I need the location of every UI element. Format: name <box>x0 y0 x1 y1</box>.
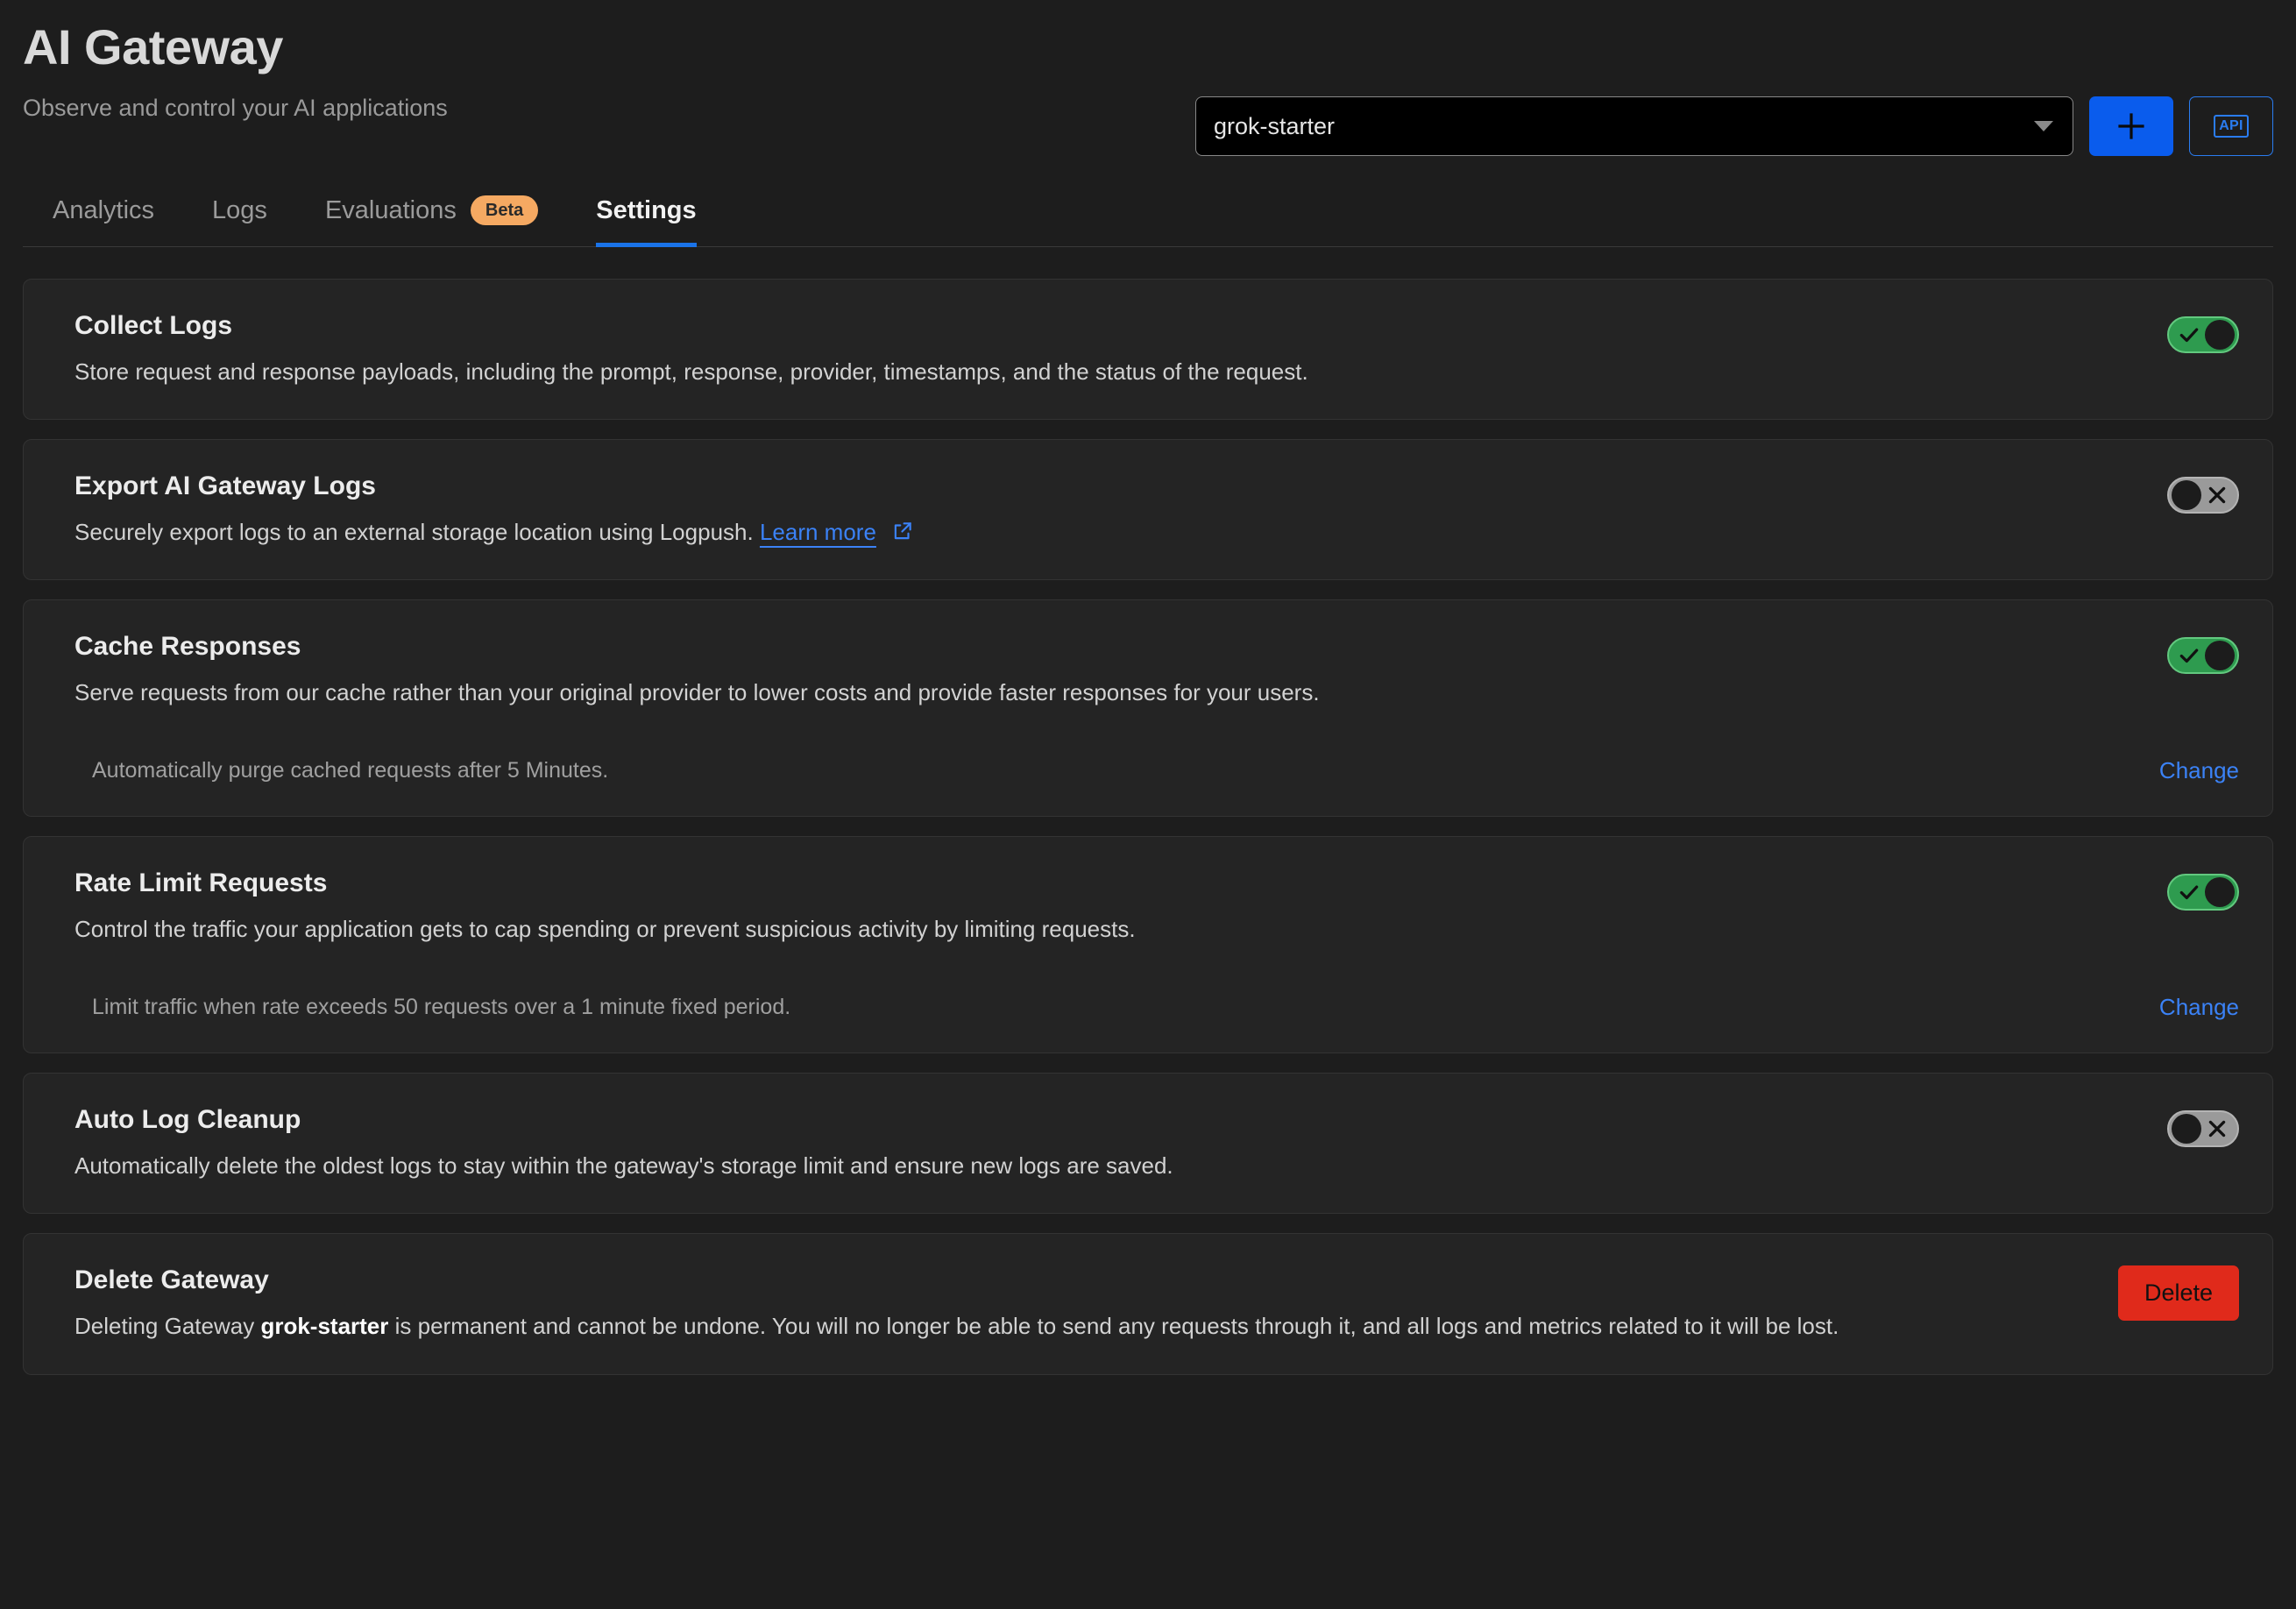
auto-log-cleanup-toggle[interactable] <box>2167 1110 2239 1147</box>
header-controls: grok-starter API <box>1195 96 2273 156</box>
rate-limit-text: Limit traffic when rate exceeds 50 reque… <box>92 995 790 1020</box>
cache-responses-toggle[interactable] <box>2167 637 2239 674</box>
card-collect-logs: Collect Logs Store request and response … <box>23 279 2273 420</box>
gateway-select[interactable]: grok-starter <box>1195 96 2073 156</box>
rate-limit-sub-row: Limit traffic when rate exceeds 50 reque… <box>74 994 2239 1021</box>
cache-responses-description: Serve requests from our cache rather tha… <box>74 677 2132 708</box>
external-link-icon[interactable] <box>891 520 914 542</box>
export-logs-title: Export AI Gateway Logs <box>74 471 2132 501</box>
auto-log-cleanup-description: Automatically delete the oldest logs to … <box>74 1151 2132 1181</box>
check-icon <box>2178 644 2200 667</box>
delete-desc-prefix: Deleting Gateway <box>74 1313 260 1339</box>
page-header: AI Gateway Observe and control your AI a… <box>23 0 2273 172</box>
add-gateway-button[interactable] <box>2089 96 2173 156</box>
delete-gateway-description: Deleting Gateway grok-starter is permane… <box>74 1311 2083 1342</box>
card-delete-gateway: Delete Gateway Deleting Gateway grok-sta… <box>23 1233 2273 1374</box>
tab-logs[interactable]: Logs <box>212 196 267 247</box>
delete-desc-suffix: is permanent and cannot be undone. You w… <box>388 1313 1839 1339</box>
plus-icon <box>2116 111 2146 141</box>
toggle-knob <box>2205 320 2235 350</box>
collect-logs-toggle[interactable] <box>2167 316 2239 353</box>
tab-evaluations-label: Evaluations <box>325 196 457 225</box>
tab-settings-label: Settings <box>596 196 696 225</box>
tab-bar: Analytics Logs Evaluations Beta Settings <box>23 175 2273 247</box>
toggle-knob <box>2172 1114 2201 1144</box>
card-rate-limit: Rate Limit Requests Control the traffic … <box>23 836 2273 1053</box>
card-auto-log-cleanup: Auto Log Cleanup Automatically delete th… <box>23 1073 2273 1214</box>
close-icon <box>2206 484 2229 507</box>
export-logs-description-text: Securely export logs to an external stor… <box>74 519 754 545</box>
page-title: AI Gateway <box>23 0 2273 75</box>
check-icon <box>2178 881 2200 904</box>
ai-gateway-settings-page: AI Gateway Observe and control your AI a… <box>0 0 2296 1609</box>
auto-log-cleanup-title: Auto Log Cleanup <box>74 1105 2132 1135</box>
delete-gateway-title: Delete Gateway <box>74 1265 2083 1295</box>
api-icon: API <box>2214 115 2249 138</box>
collect-logs-title: Collect Logs <box>74 311 2132 341</box>
beta-badge: Beta <box>471 195 538 225</box>
delete-gateway-button[interactable]: Delete <box>2118 1265 2239 1321</box>
settings-list: Collect Logs Store request and response … <box>23 279 2273 1375</box>
cache-purge-text: Automatically purge cached requests afte… <box>92 758 608 783</box>
tab-analytics[interactable]: Analytics <box>53 196 154 247</box>
toggle-knob <box>2205 877 2235 907</box>
tab-logs-label: Logs <box>212 196 267 225</box>
api-button[interactable]: API <box>2189 96 2273 156</box>
chevron-down-icon <box>2034 121 2053 131</box>
tab-evaluations[interactable]: Evaluations Beta <box>325 195 538 247</box>
close-icon <box>2206 1117 2229 1140</box>
cache-responses-sub-row: Automatically purge cached requests afte… <box>74 757 2239 784</box>
collect-logs-description: Store request and response payloads, inc… <box>74 357 2132 387</box>
card-export-logs: Export AI Gateway Logs Securely export l… <box>23 439 2273 580</box>
delete-gateway-name: grok-starter <box>260 1313 388 1339</box>
card-cache-responses: Cache Responses Serve requests from our … <box>23 599 2273 817</box>
gateway-select-value: grok-starter <box>1214 113 1335 140</box>
toggle-knob <box>2205 641 2235 670</box>
tab-settings[interactable]: Settings <box>596 196 696 247</box>
cache-change-link[interactable]: Change <box>2159 757 2239 784</box>
check-icon <box>2178 323 2200 346</box>
toggle-knob <box>2172 480 2201 510</box>
export-logs-description: Securely export logs to an external stor… <box>74 517 2132 548</box>
learn-more-link[interactable]: Learn more <box>760 519 876 545</box>
rate-limit-title: Rate Limit Requests <box>74 868 2132 898</box>
export-logs-toggle[interactable] <box>2167 477 2239 514</box>
cache-responses-title: Cache Responses <box>74 632 2132 662</box>
rate-limit-change-link[interactable]: Change <box>2159 994 2239 1021</box>
tab-analytics-label: Analytics <box>53 196 154 225</box>
rate-limit-description: Control the traffic your application get… <box>74 914 2132 945</box>
rate-limit-toggle[interactable] <box>2167 874 2239 911</box>
